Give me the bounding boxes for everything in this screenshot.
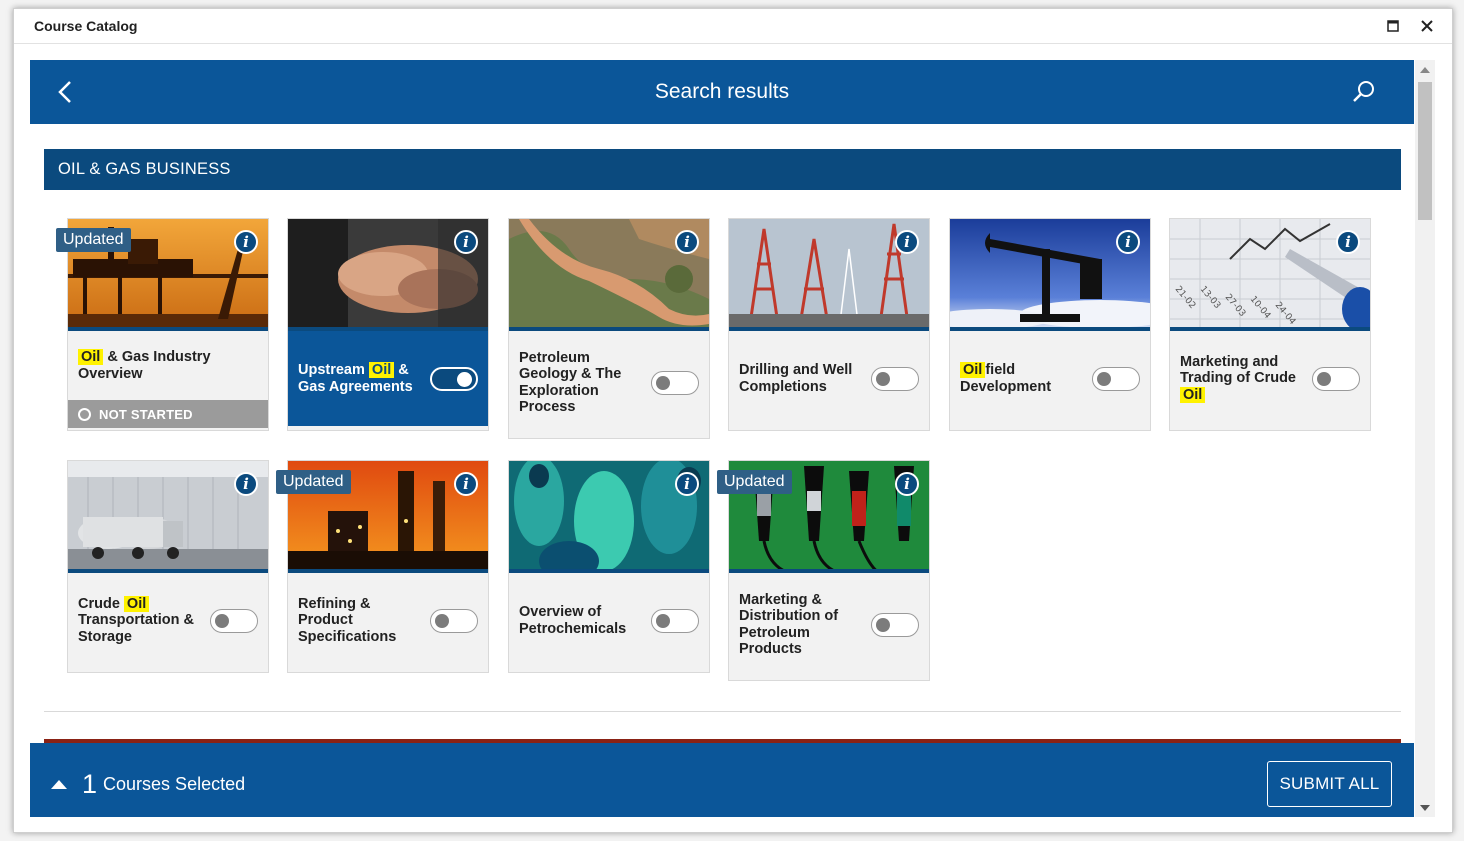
course-card[interactable]: Updated i Marketing & Distribution of Pe… bbox=[717, 460, 930, 681]
caret-up-icon bbox=[51, 780, 67, 789]
course-title: Upstream Oil & Gas Agreements bbox=[298, 362, 413, 395]
category-title: OIL & GAS BUSINESS bbox=[58, 160, 231, 178]
course-card[interactable]: i Upstream Oil & Gas Agreements bbox=[287, 218, 489, 431]
course-status: NOT STARTED bbox=[68, 400, 268, 428]
course-title: Overview of Petrochemicals bbox=[519, 604, 627, 637]
course-card[interactable]: Updated i Oil & Gas Industry Overview NO… bbox=[56, 218, 269, 431]
course-image: i bbox=[729, 219, 929, 331]
info-icon[interactable]: i bbox=[454, 472, 478, 496]
search-icon bbox=[1353, 81, 1374, 102]
scroll-down-icon[interactable] bbox=[1420, 805, 1430, 811]
info-icon[interactable]: i bbox=[234, 230, 258, 254]
back-button[interactable] bbox=[52, 78, 80, 106]
course-select-toggle[interactable] bbox=[430, 366, 478, 391]
course-select-toggle[interactable] bbox=[651, 608, 699, 633]
expand-selection-button[interactable] bbox=[49, 774, 69, 794]
course-title: Drilling and Well Completions bbox=[739, 362, 853, 395]
scrollbar[interactable] bbox=[1415, 60, 1435, 817]
info-icon[interactable]: i bbox=[1116, 230, 1140, 254]
course-select-toggle[interactable] bbox=[651, 370, 699, 395]
selected-label: Courses Selected bbox=[103, 773, 246, 794]
course-card[interactable]: i Drilling and Well Completions bbox=[728, 218, 930, 431]
course-title: Oil & Gas Industry Overview bbox=[78, 349, 211, 382]
course-select-toggle[interactable] bbox=[1312, 366, 1360, 391]
course-image: i bbox=[288, 219, 488, 331]
course-select-toggle[interactable] bbox=[430, 608, 478, 633]
dialog-content: Search results OIL & GAS BUSINESS Update… bbox=[30, 60, 1414, 817]
maximize-button[interactable] bbox=[1376, 9, 1410, 43]
updated-badge: Updated bbox=[717, 470, 792, 494]
course-select-toggle[interactable] bbox=[210, 608, 258, 633]
course-card[interactable]: i Oil field Development bbox=[949, 218, 1151, 431]
info-icon[interactable]: i bbox=[895, 230, 919, 254]
search-button[interactable] bbox=[1350, 78, 1378, 106]
course-image: 21-02 13-03 27-03 10-04 24-04 i bbox=[1170, 219, 1370, 331]
info-icon[interactable]: i bbox=[675, 472, 699, 496]
info-icon[interactable]: i bbox=[234, 472, 258, 496]
info-icon[interactable]: i bbox=[675, 230, 699, 254]
course-image: i bbox=[509, 461, 709, 573]
course-card[interactable]: i Overview of Petrochemicals bbox=[508, 460, 710, 673]
course-title: Crude Oil Transportation & Storage bbox=[78, 595, 195, 645]
section-divider bbox=[44, 711, 1401, 712]
page-title: Search results bbox=[654, 80, 790, 103]
search-header: Search results bbox=[30, 60, 1414, 124]
info-icon[interactable]: i bbox=[1336, 230, 1360, 254]
info-icon[interactable]: i bbox=[454, 230, 478, 254]
course-title: Refining & Product Specifications bbox=[298, 595, 397, 645]
chevron-left-icon bbox=[58, 81, 71, 103]
maximize-icon bbox=[1387, 20, 1399, 32]
status-circle-icon bbox=[78, 407, 91, 421]
course-title: Oil field Development bbox=[960, 362, 1052, 395]
selection-footer: 1 Courses Selected SUBMIT ALL bbox=[30, 743, 1414, 817]
course-title: Marketing and Trading of Crude Oil bbox=[1180, 353, 1296, 403]
close-button[interactable] bbox=[1410, 9, 1444, 43]
course-card[interactable]: Updated i Refining & Product Specificati… bbox=[276, 460, 489, 673]
course-image: i bbox=[68, 461, 268, 573]
course-title: Marketing & Distribution of Petroleum Pr… bbox=[739, 591, 839, 658]
dialog-title: Course Catalog bbox=[34, 18, 138, 34]
category-header[interactable]: OIL & GAS BUSINESS bbox=[44, 149, 1401, 190]
scrollbar-thumb[interactable] bbox=[1418, 82, 1432, 220]
course-title: Petroleum Geology & The Exploration Proc… bbox=[519, 349, 622, 416]
submit-all-button[interactable]: SUBMIT ALL bbox=[1267, 761, 1392, 807]
course-catalog-dialog: Course Catalog Search results OIL & GAS … bbox=[13, 8, 1453, 833]
course-select-toggle[interactable] bbox=[871, 366, 919, 391]
course-select-toggle[interactable] bbox=[1092, 366, 1140, 391]
selected-count: 1 bbox=[82, 768, 98, 799]
info-icon[interactable]: i bbox=[895, 472, 919, 496]
updated-badge: Updated bbox=[56, 228, 131, 252]
scroll-up-icon[interactable] bbox=[1420, 67, 1430, 73]
updated-badge: Updated bbox=[276, 470, 351, 494]
course-image: i bbox=[509, 219, 709, 331]
course-card[interactable]: i Petroleum Geology & The Exploration Pr… bbox=[508, 218, 710, 439]
close-icon bbox=[1421, 20, 1433, 32]
course-image: i bbox=[950, 219, 1150, 331]
course-select-toggle[interactable] bbox=[871, 612, 919, 637]
dialog-titlebar: Course Catalog bbox=[14, 9, 1452, 44]
course-card[interactable]: i Crude Oil Transportation & Storage bbox=[67, 460, 269, 673]
course-card[interactable]: 21-02 13-03 27-03 10-04 24-04 i Marketing an… bbox=[1169, 218, 1371, 431]
